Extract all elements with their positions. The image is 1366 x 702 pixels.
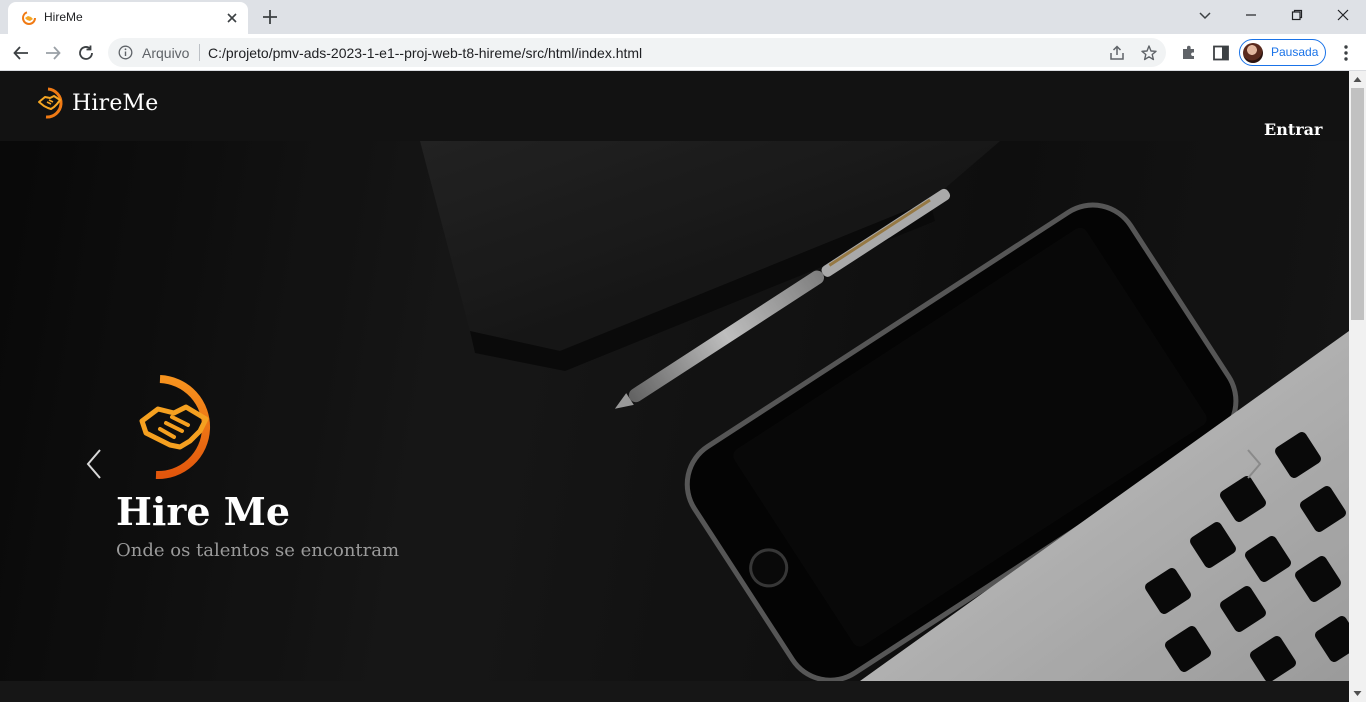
address-scheme-label: Arquivo xyxy=(142,45,190,61)
browser-tabstrip: HireMe xyxy=(0,0,1366,34)
forward-arrow-icon[interactable] xyxy=(40,40,66,66)
scrollbar-thumb[interactable] xyxy=(1351,88,1364,320)
minimize-icon[interactable] xyxy=(1228,0,1274,30)
extensions-puzzle-icon[interactable] xyxy=(1179,43,1199,63)
page-viewport: HireMe Entrar Hire Me Onde os talentos s… xyxy=(0,71,1349,702)
site-header: HireMe Entrar xyxy=(0,71,1349,141)
browser-tab[interactable]: HireMe xyxy=(8,2,248,34)
scroll-down-arrow-icon[interactable] xyxy=(1353,689,1362,698)
scroll-up-arrow-icon[interactable] xyxy=(1353,75,1362,84)
address-url[interactable]: C:/projeto/pmv-ads-2023-1-e1--proj-web-t… xyxy=(208,45,642,61)
address-separator xyxy=(199,44,200,61)
address-bar[interactable]: Arquivo C:/projeto/pmv-ads-2023-1-e1--pr… xyxy=(108,38,1166,67)
carousel-next-chevron-icon[interactable] xyxy=(1240,444,1268,484)
carousel-prev-chevron-icon[interactable] xyxy=(80,444,108,484)
restore-icon[interactable] xyxy=(1274,0,1320,30)
tab-search-icon[interactable] xyxy=(1182,0,1228,30)
login-link[interactable]: Entrar xyxy=(1264,120,1322,139)
back-arrow-icon[interactable] xyxy=(8,40,34,66)
side-panel-icon[interactable] xyxy=(1211,43,1231,63)
tab-title: HireMe xyxy=(44,10,83,24)
hero-carousel: Hire Me Onde os talentos se encontram xyxy=(0,141,1349,681)
brand-name: HireMe xyxy=(72,90,159,116)
hireme-favicon-icon xyxy=(22,11,36,25)
new-tab-icon[interactable] xyxy=(259,6,281,28)
browser-menu-icon[interactable] xyxy=(1336,42,1356,64)
close-window-icon[interactable] xyxy=(1320,0,1366,30)
profile-status-label: Pausada xyxy=(1271,45,1319,59)
handshake-logo-icon xyxy=(38,87,63,119)
page-scrollbar[interactable] xyxy=(1349,71,1366,702)
reload-icon[interactable] xyxy=(73,40,99,66)
share-icon[interactable] xyxy=(1108,44,1126,62)
bookmark-star-icon[interactable] xyxy=(1140,44,1158,62)
close-tab-icon[interactable] xyxy=(222,8,242,28)
browser-toolbar: Arquivo C:/projeto/pmv-ads-2023-1-e1--pr… xyxy=(0,34,1366,71)
hero-subtitle: Onde os talentos se encontram xyxy=(116,540,400,561)
profile-button[interactable]: Pausada xyxy=(1239,39,1326,66)
avatar xyxy=(1243,43,1263,63)
hero-title: Hire Me xyxy=(116,489,291,534)
brand-home-link[interactable]: HireMe xyxy=(36,85,159,121)
site-info-icon[interactable] xyxy=(118,45,133,60)
next-section-edge xyxy=(0,681,1349,702)
hireme-handshake-logo-icon xyxy=(139,375,211,480)
